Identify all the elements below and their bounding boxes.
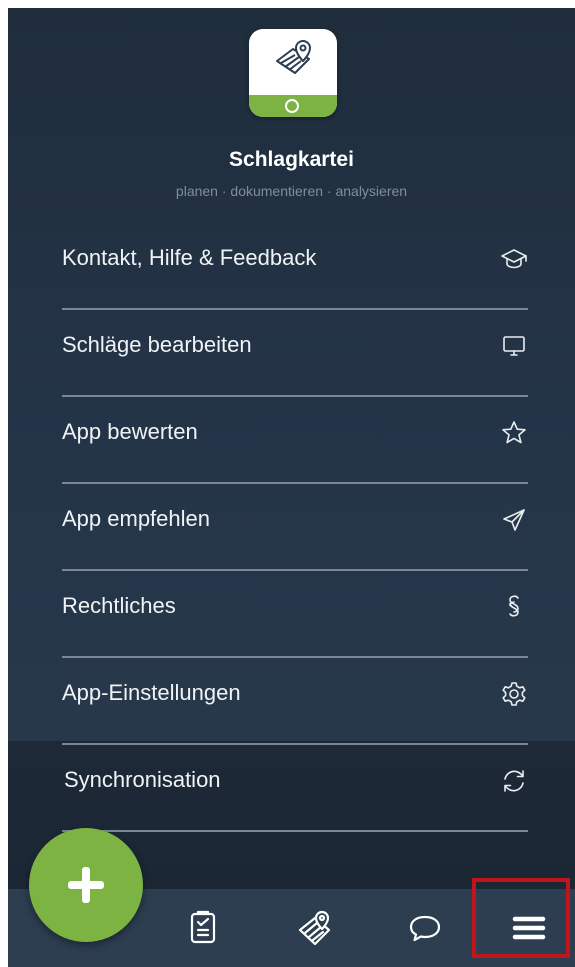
graduation-cap-icon <box>500 245 528 273</box>
app-logo <box>249 29 337 117</box>
map-pin-icon <box>276 40 311 74</box>
menu-item-recommend-app[interactable]: App empfehlen <box>62 484 528 571</box>
sync-icon <box>500 767 528 795</box>
paragraph-icon <box>500 593 528 621</box>
app-title: Schlagkartei <box>229 148 354 171</box>
menu-item-legal[interactable]: Rechtliches <box>62 571 528 658</box>
menu-item-label: App bewerten <box>62 419 198 444</box>
logo-badge <box>285 99 299 113</box>
chat-bubble-icon <box>409 915 441 942</box>
menu-item-label: App-Einstellungen <box>62 680 241 705</box>
menu-item-label: Rechtliches <box>62 593 176 618</box>
menu-item-app-settings[interactable]: App-Einstellungen <box>62 658 528 745</box>
logo-band <box>249 95 337 117</box>
star-icon <box>500 419 528 447</box>
menu-item-label: App empfehlen <box>62 506 210 531</box>
app-header: Schlagkartei planen · dokumentieren · an… <box>8 8 575 223</box>
map-pin-icon <box>298 910 331 946</box>
clipboard-icon <box>190 910 216 944</box>
menu-item-rate-app[interactable]: App bewerten <box>62 397 528 484</box>
menu-item-edit-fields[interactable]: Schläge bearbeiten <box>62 310 528 397</box>
nav-button-messages[interactable] <box>380 889 470 967</box>
gear-icon <box>500 680 528 708</box>
menu-item-contact-help-feedback[interactable]: Kontakt, Hilfe & Feedback <box>62 223 528 310</box>
menu-item-label: Synchronisation <box>64 767 221 792</box>
paper-plane-icon <box>500 506 528 534</box>
add-button[interactable] <box>29 828 143 942</box>
menu-item-label: Schläge bearbeiten <box>62 332 252 357</box>
active-menu-highlight <box>472 878 570 958</box>
monitor-icon <box>500 332 528 360</box>
app-screen: Schlagkartei planen · dokumentieren · an… <box>8 8 575 967</box>
menu-item-synchronisation[interactable]: Synchronisation <box>62 745 528 832</box>
nav-button-records[interactable] <box>158 889 248 967</box>
app-subtitle: planen · dokumentieren · analysieren <box>175 183 408 199</box>
nav-button-map[interactable] <box>270 889 360 967</box>
menu-item-label: Kontakt, Hilfe & Feedback <box>62 245 317 270</box>
